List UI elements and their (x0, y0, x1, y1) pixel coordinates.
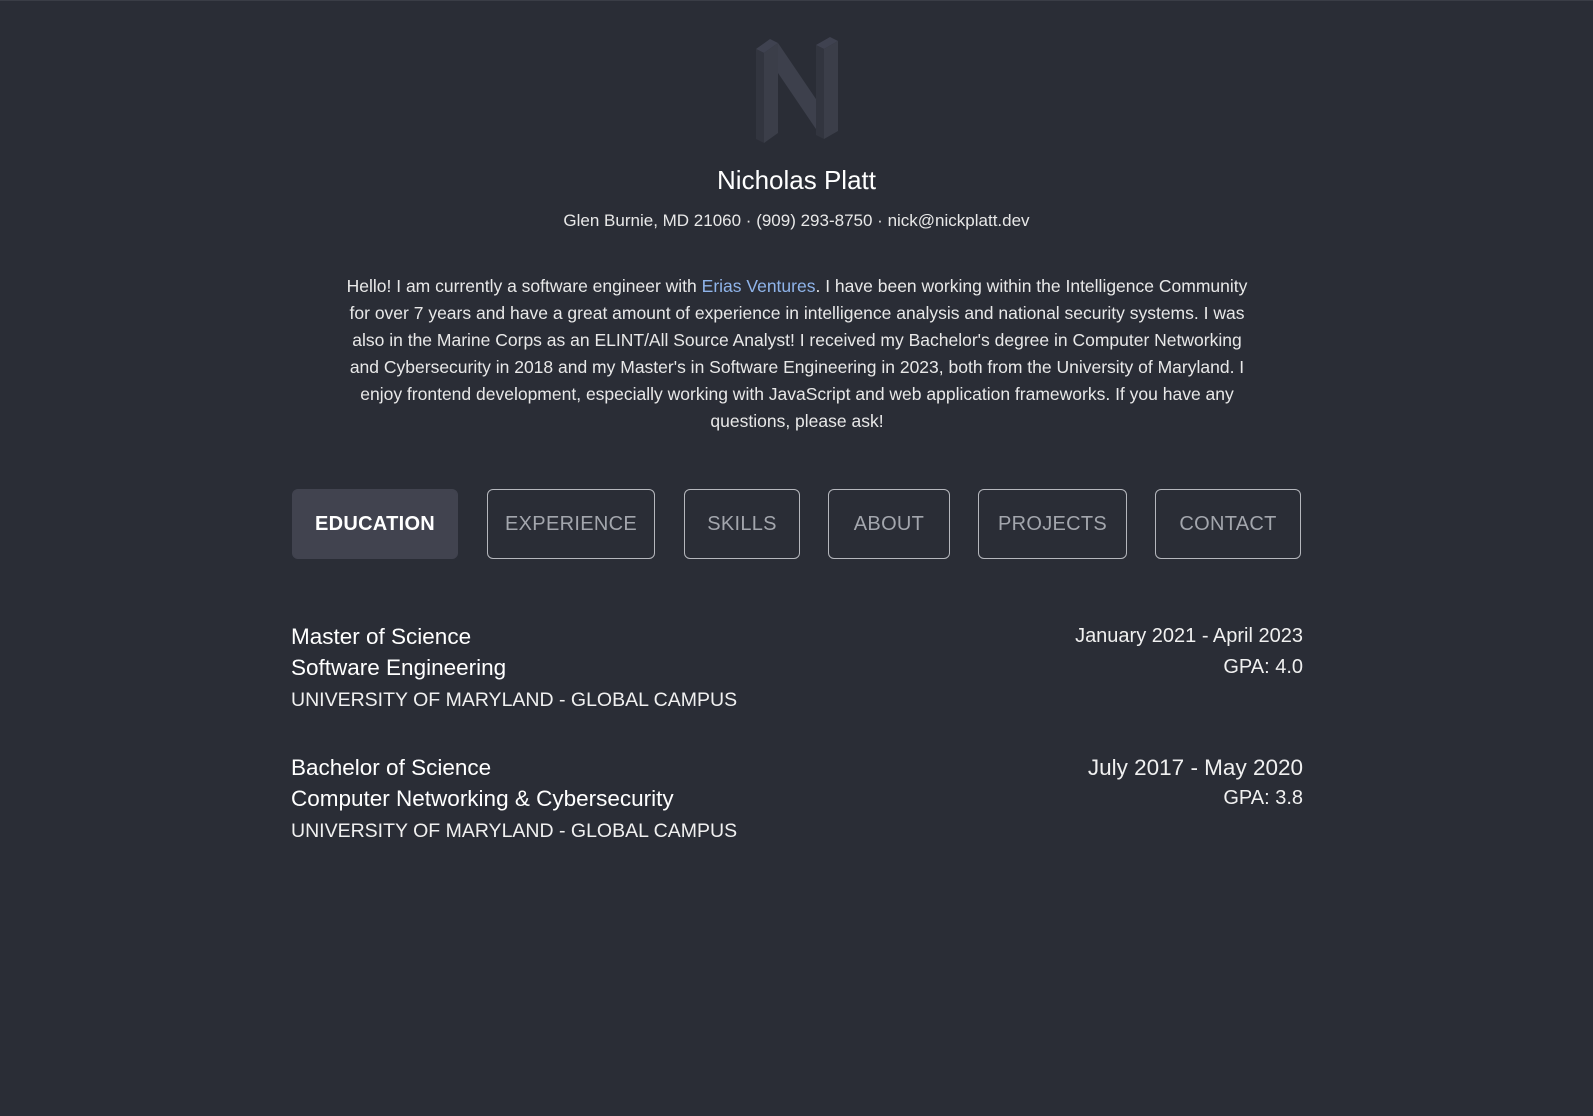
tab-skills[interactable]: SKILLS (684, 489, 800, 559)
education-entry-details: Bachelor of Science Computer Networking … (291, 752, 737, 845)
tab-about[interactable]: ABOUT (828, 489, 950, 559)
phone-text: (909) 293-8750 (756, 211, 873, 230)
education-entry-meta: January 2021 - April 2023 GPA: 4.0 (1075, 621, 1303, 683)
education-entry-meta: July 2017 - May 2020 GPA: 3.8 (1088, 752, 1303, 814)
profile-name: Nicholas Platt (717, 165, 876, 195)
education-entry: Master of Science Software Engineering U… (291, 621, 1303, 721)
gpa-value: GPA: 4.0 (1223, 656, 1303, 678)
date-range: January 2021 - April 2023 (1075, 625, 1303, 647)
gpa-value: GPA: 3.8 (1223, 787, 1303, 809)
degree-title: Master of Science (291, 624, 472, 649)
tab-contact[interactable]: CONTACT (1155, 489, 1301, 559)
bio-text-end: . I have been working within the Intelli… (349, 276, 1248, 431)
erias-ventures-link[interactable]: Erias Ventures (702, 276, 816, 296)
degree-title: Bachelor of Science (291, 755, 492, 780)
email-text: nick@nickplatt.dev (887, 211, 1030, 230)
page: Nicholas Platt Glen Burnie, MD 21060 · (… (0, 0, 1593, 1116)
date-range: July 2017 - May 2020 (1087, 755, 1303, 780)
school-name: UNIVERSITY OF MARYLAND - GLOBAL CAMPUS (291, 820, 738, 842)
tab-experience[interactable]: EXPERIENCE (487, 489, 655, 559)
education-entry: Bachelor of Science Computer Networking … (291, 752, 1303, 852)
separator: · (741, 211, 757, 230)
degree-field: Software Engineering (291, 655, 507, 680)
separator: · (872, 211, 888, 230)
tab-projects[interactable]: PROJECTS (978, 489, 1127, 559)
bio-text-start: Hello! I am currently a software enginee… (346, 276, 702, 296)
location-text: Glen Burnie, MD 21060 (563, 211, 742, 230)
n-logo-icon (756, 37, 838, 143)
bio-paragraph: Hello! I am currently a software enginee… (336, 273, 1258, 435)
school-name: UNIVERSITY OF MARYLAND - GLOBAL CAMPUS (291, 689, 738, 711)
degree-field: Computer Networking & Cybersecurity (291, 786, 674, 811)
education-entry-details: Master of Science Software Engineering U… (291, 621, 737, 714)
tab-education[interactable]: EDUCATION (292, 489, 458, 559)
contact-line: Glen Burnie, MD 21060 · (909) 293-8750 ·… (0, 211, 1593, 231)
